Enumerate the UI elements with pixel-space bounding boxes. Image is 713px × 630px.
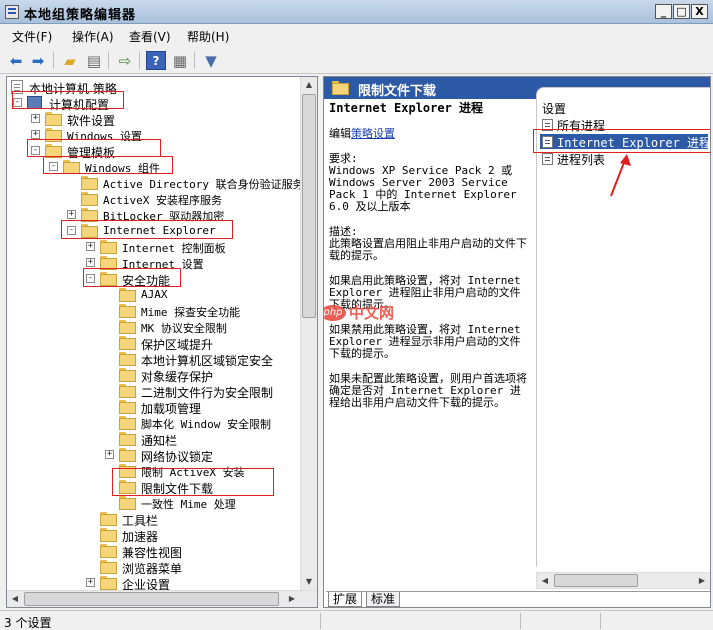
annotation-arrow [610, 154, 631, 197]
menu-bar: 文件(F) 操作(A) 查看(V) 帮助(H) [0, 25, 713, 46]
folder-icon [119, 336, 136, 350]
menu-action[interactable]: 操作(A) [72, 28, 114, 45]
title-bar: 本地组策略编辑器 _ □ X [0, 0, 713, 24]
folder-icon [119, 496, 136, 510]
folder-icon [119, 416, 136, 430]
filter-icon[interactable]: ▼ [201, 51, 221, 70]
expander-icon[interactable]: + [86, 578, 95, 587]
notconfigured-text: 如果未配置此策略设置，则用户首选项将确定是否对 Internet Explore… [329, 372, 527, 409]
description-text: 此策略设置启用阻止非用户启动的文件下载的提示。 [329, 237, 527, 262]
menu-file[interactable]: 文件(F) [12, 28, 52, 45]
policy-description: Internet Explorer 进程 编辑策略设置 要求: Windows X… [329, 102, 527, 422]
requirements: 要求: Windows XP Service Pack 2 或 Windows S… [329, 153, 527, 213]
folder-icon [45, 112, 62, 126]
folder-icon [100, 512, 117, 526]
toolbar-separator [139, 52, 140, 69]
expander-icon[interactable]: + [67, 210, 76, 219]
toolbar-separator [53, 52, 54, 69]
scroll-left-icon[interactable]: ◀ [7, 591, 23, 607]
expander-icon[interactable]: + [86, 242, 95, 251]
folder-icon [119, 368, 136, 382]
annotation-box [12, 91, 124, 109]
folder-icon [119, 288, 136, 302]
annotation-box [27, 139, 161, 157]
maximize-button[interactable]: □ [673, 4, 690, 19]
folder-icon [100, 544, 117, 558]
expander-icon[interactable]: + [31, 114, 40, 123]
up-folder-icon[interactable]: ▰ [60, 51, 80, 70]
folder-icon [119, 320, 136, 334]
status-bar: 3 个设置 [0, 610, 713, 630]
detail-header-title: 限制文件下载 [358, 84, 437, 99]
scroll-thumb[interactable] [24, 592, 279, 606]
description: 描述: 此策略设置启用阻止非用户启动的文件下载的提示。 [329, 226, 527, 262]
folder-icon [100, 576, 117, 590]
folder-icon [119, 432, 136, 446]
minimize-button[interactable]: _ [655, 4, 672, 19]
policy-title: Internet Explorer 进程 [329, 101, 484, 115]
status-text: 3 个设置 [4, 616, 52, 630]
help-icon[interactable]: ? [146, 51, 166, 70]
expander-icon[interactable]: + [86, 258, 95, 267]
watermark-text: 中文网 [349, 304, 395, 322]
back-icon[interactable]: ⬅ [6, 51, 26, 70]
folder-icon [119, 384, 136, 398]
annotation-box [83, 268, 181, 287]
folder-icon [332, 81, 349, 95]
toolbar: ⬅ ➡ ▰ ▤ ⇨ ? ▦ ▼ [0, 47, 713, 74]
edit-prefix: 编辑 [329, 127, 351, 140]
folder-icon [119, 448, 136, 462]
watermark-logo: php [324, 304, 346, 321]
scroll-up-icon[interactable]: ▲ [301, 77, 317, 93]
annotation-box [112, 468, 274, 496]
scroll-right-icon[interactable]: ▶ [694, 573, 710, 588]
settings-horizontal-scrollbar[interactable]: ◀ ▶ [536, 572, 710, 589]
close-button[interactable]: X [691, 4, 708, 19]
app-icon [5, 5, 19, 19]
show-hide-tree-icon[interactable]: ▤ [84, 51, 104, 70]
forward-icon[interactable]: ➡ [28, 51, 48, 70]
edit-line: 编辑策略设置 [329, 128, 527, 140]
scroll-thumb[interactable] [554, 574, 638, 587]
tree-vertical-scrollbar[interactable]: ▲ ▼ [300, 77, 317, 590]
tree-horizontal-scrollbar[interactable]: ◀ ▶ [7, 590, 317, 607]
scroll-down-icon[interactable]: ▼ [301, 574, 317, 590]
export-list-icon[interactable]: ⇨ [115, 51, 135, 70]
expander-icon[interactable]: + [31, 130, 40, 139]
scroll-right-icon[interactable]: ▶ [284, 591, 300, 607]
expander-icon[interactable]: + [105, 450, 114, 459]
status-divider [600, 613, 601, 629]
folder-icon [119, 352, 136, 366]
detail-pane: 限制文件下载 Internet Explorer 进程 编辑策略设置 要求: Wi… [323, 76, 711, 608]
scroll-thumb[interactable] [302, 94, 316, 318]
edit-policy-link[interactable]: 策略设置 [351, 127, 395, 140]
folder-icon [100, 240, 117, 254]
menu-help[interactable]: 帮助(H) [187, 28, 229, 45]
status-divider [320, 613, 321, 629]
setting-icon [542, 153, 553, 165]
tab-extended[interactable]: 扩展 [328, 592, 363, 607]
toolbar-separator [108, 52, 109, 69]
folder-icon [100, 528, 117, 542]
requirements-text: Windows XP Service Pack 2 或 Windows Serv… [329, 164, 517, 213]
annotation-box [61, 220, 233, 239]
scroll-left-icon[interactable]: ◀ [537, 573, 553, 588]
status-divider [520, 613, 521, 629]
window-title: 本地组策略编辑器 [24, 8, 137, 23]
folder-icon [100, 560, 117, 574]
view-tabs: 扩展 标准 [326, 591, 710, 607]
toolbar-separator [194, 52, 195, 69]
properties-icon[interactable]: ▦ [170, 51, 190, 70]
disabled-text: 如果禁用此策略设置，将对 Internet Explorer 进程显示非用户启动… [329, 323, 521, 360]
tree-pane[interactable]: 本地计算机 策略 - 计算机配置 + 软件设置 + Windows 设置 - 管理模板 … [6, 76, 318, 608]
folder-icon [81, 176, 98, 190]
menu-view[interactable]: 查看(V) [129, 28, 171, 45]
settings-column-header[interactable]: 设置 [542, 100, 566, 117]
folder-icon [119, 304, 136, 318]
folder-icon [81, 192, 98, 206]
folder-icon [119, 400, 136, 414]
annotation-box [43, 156, 173, 174]
watermark: php 中文网 [324, 302, 395, 323]
tab-standard[interactable]: 标准 [366, 592, 401, 607]
